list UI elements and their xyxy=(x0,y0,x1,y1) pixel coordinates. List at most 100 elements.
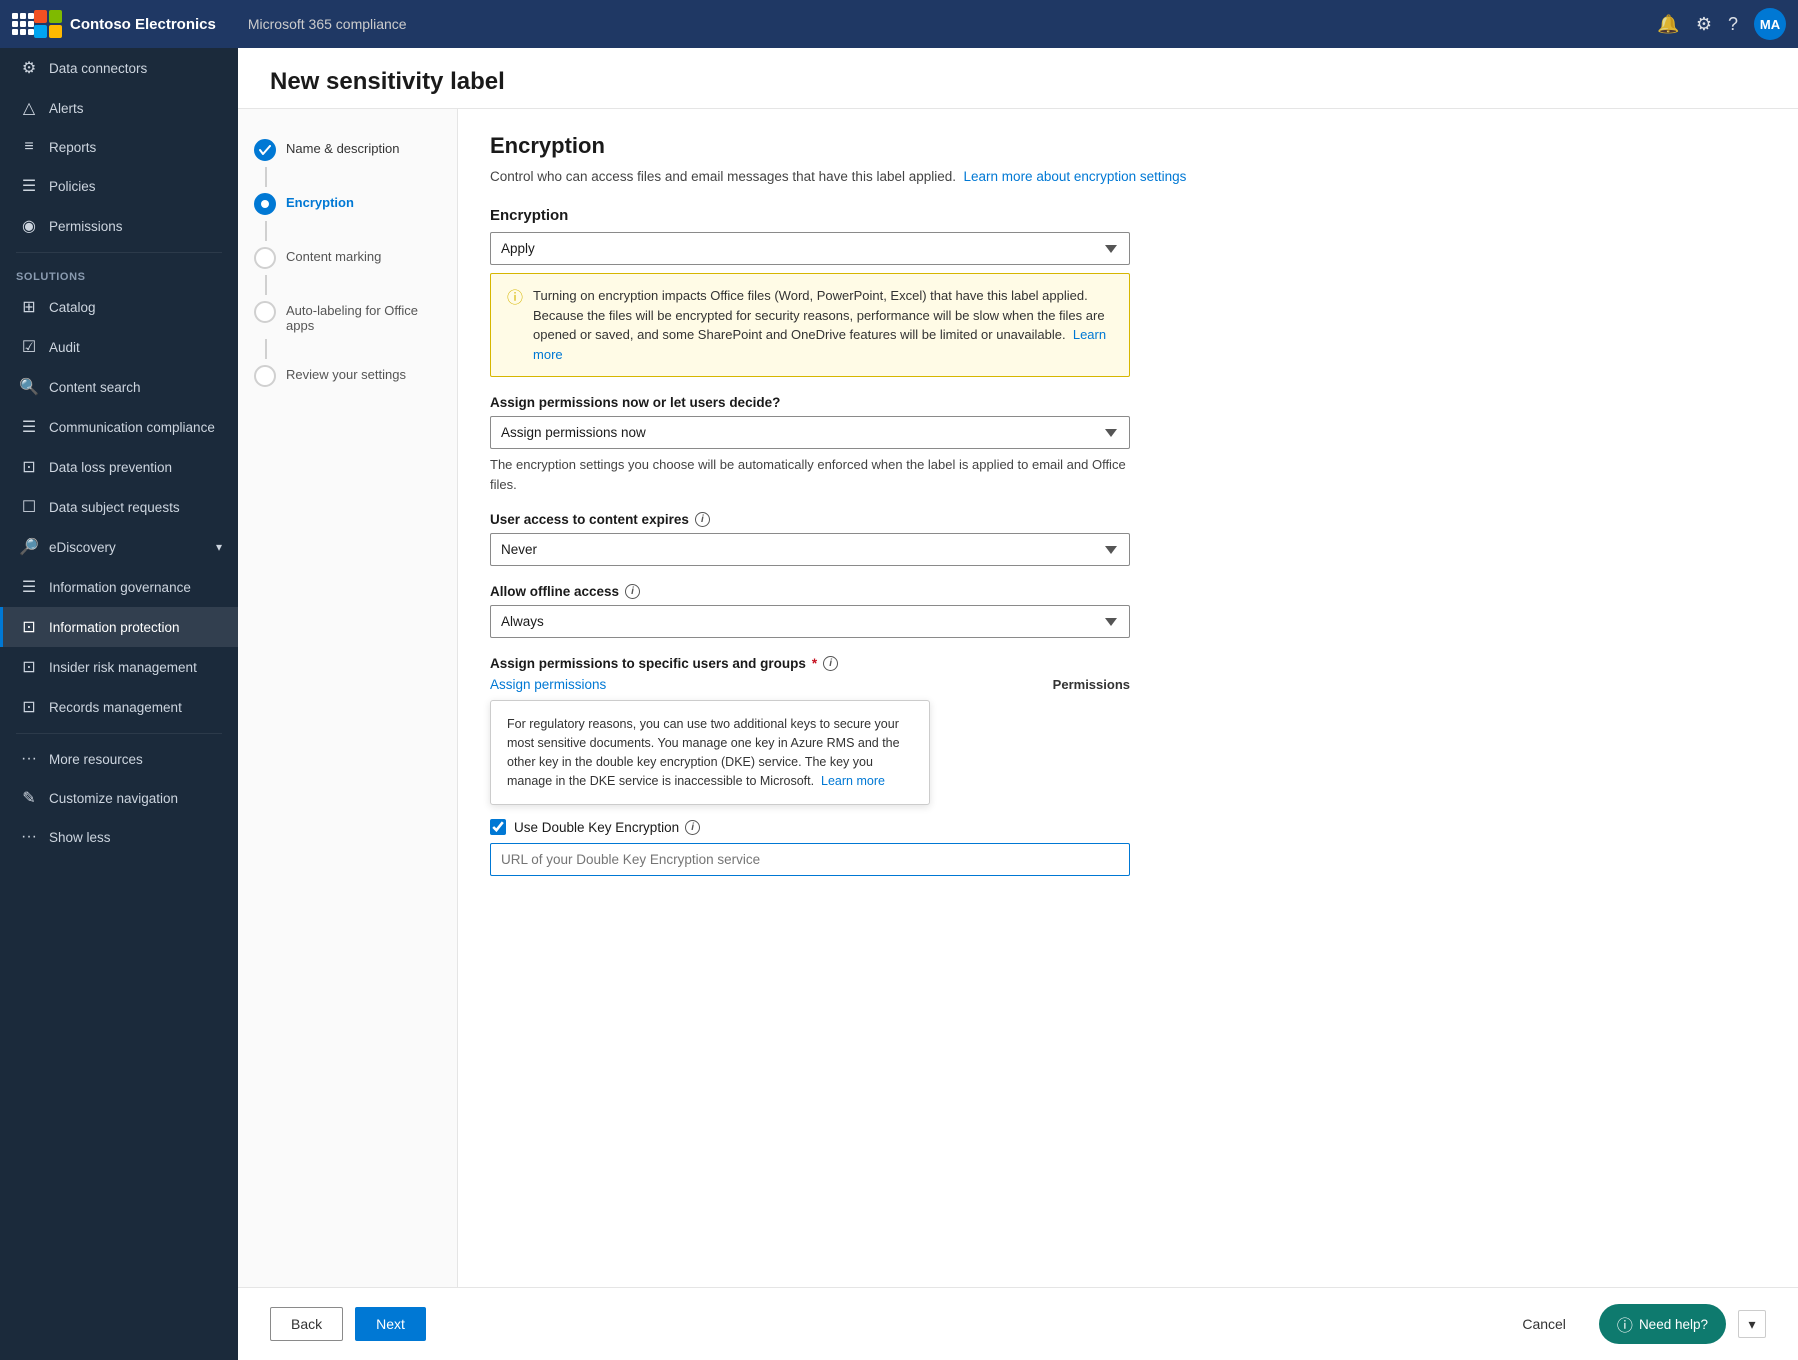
page-header: New sensitivity label xyxy=(238,48,1798,109)
help-icon[interactable]: ? xyxy=(1728,14,1738,35)
dke-checkbox-row: Use Double Key Encryption i xyxy=(490,819,1766,835)
wizard-content-area: Encryption Control who can access files … xyxy=(458,109,1798,1287)
step-1-label: Name & description xyxy=(286,139,399,156)
sidebar-item-show-less[interactable]: ··· Show less xyxy=(0,818,238,856)
sidebar-item-catalog[interactable]: ⊞ Catalog xyxy=(0,287,238,327)
dke-url-row xyxy=(490,843,1766,876)
permissions-column-header: Permissions xyxy=(1053,677,1130,692)
sidebar-divider-1 xyxy=(16,252,222,253)
sidebar-item-reports[interactable]: ≡ Reports xyxy=(0,128,238,166)
dke-checkbox[interactable] xyxy=(490,819,506,835)
step-connector-2 xyxy=(265,221,267,241)
wizard-step-auto-labeling[interactable]: Auto-labeling for Office apps xyxy=(254,295,441,339)
learn-more-link[interactable]: Learn more about encryption settings xyxy=(964,169,1187,184)
step-connector-4 xyxy=(265,339,267,359)
sidebar-item-data-connectors[interactable]: ⚙ Data connectors xyxy=(0,48,238,88)
encryption-dropdown[interactable]: Apply Remove None xyxy=(490,232,1130,265)
assign-specific-info-icon[interactable]: i xyxy=(823,656,838,671)
ediscovery-icon: 🔎 xyxy=(19,537,39,557)
records-mgmt-icon: ⊡ xyxy=(19,697,39,717)
bottom-bar: Back Next Cancel ⓘ Need help? ▾ xyxy=(238,1287,1798,1360)
settings-icon[interactable]: ⚙ xyxy=(1696,14,1712,35)
need-help-icon: ⓘ xyxy=(1617,1312,1633,1336)
assign-specific-label: Assign permissions to specific users and… xyxy=(490,656,1766,671)
permissions-icon: ◉ xyxy=(19,216,39,236)
assign-permissions-link[interactable]: Assign permissions xyxy=(490,677,606,692)
sidebar-item-label: Data subject requests xyxy=(49,500,180,515)
step-3-circle xyxy=(254,247,276,269)
ediscovery-chevron-icon: ▾ xyxy=(216,540,222,554)
back-button[interactable]: Back xyxy=(270,1307,343,1341)
sidebar-item-audit[interactable]: ☑ Audit xyxy=(0,327,238,367)
sidebar-item-label: Permissions xyxy=(49,219,123,234)
sidebar-item-ediscovery[interactable]: 🔎 eDiscovery ▾ xyxy=(0,527,238,567)
sidebar-item-customize-navigation[interactable]: ✎ Customize navigation xyxy=(0,778,238,818)
sidebar-item-information-governance[interactable]: ☰ Information governance xyxy=(0,567,238,607)
need-help-button[interactable]: ⓘ Need help? xyxy=(1599,1304,1726,1344)
dsr-icon: ☐ xyxy=(19,497,39,517)
insider-risk-icon: ⊡ xyxy=(19,657,39,677)
sidebar-item-label: Insider risk management xyxy=(49,660,197,675)
sidebar-item-communication-compliance[interactable]: ☰ Communication compliance xyxy=(0,407,238,447)
wizard-steps-panel: Name & description Encryption Content ma… xyxy=(238,109,458,1287)
catalog-icon: ⊞ xyxy=(19,297,39,317)
assign-permissions-label: Assign permissions now or let users deci… xyxy=(490,395,1766,410)
assign-permissions-desc: The encryption settings you choose will … xyxy=(490,455,1130,494)
sidebar-item-label: Information governance xyxy=(49,580,191,595)
dke-info-icon[interactable]: i xyxy=(685,820,700,835)
user-access-info-icon[interactable]: i xyxy=(695,512,710,527)
sidebar-item-policies[interactable]: ☰ Policies xyxy=(0,166,238,206)
app-logo: Contoso Electronics xyxy=(34,10,216,38)
sidebar-item-label: Reports xyxy=(49,140,96,155)
sidebar-item-records-management[interactable]: ⊡ Records management xyxy=(0,687,238,727)
top-navigation: Contoso Electronics Microsoft 365 compli… xyxy=(0,0,1798,48)
encryption-heading: Encryption xyxy=(490,133,1766,159)
sidebar-item-permissions[interactable]: ◉ Permissions xyxy=(0,206,238,246)
wizard-step-review[interactable]: Review your settings xyxy=(254,359,441,393)
sidebar-item-label: Data loss prevention xyxy=(49,460,172,475)
show-less-icon: ··· xyxy=(19,828,39,846)
sidebar-item-label: Content search xyxy=(49,380,141,395)
wizard-step-content-marking[interactable]: Content marking xyxy=(254,241,441,275)
waffle-menu-icon[interactable] xyxy=(12,13,34,35)
wizard-step-name-description[interactable]: Name & description xyxy=(254,133,441,167)
info-protection-icon: ⊡ xyxy=(19,617,39,637)
info-governance-icon: ☰ xyxy=(19,577,39,597)
user-access-label: User access to content expires i xyxy=(490,512,1766,527)
communication-compliance-icon: ☰ xyxy=(19,417,39,437)
dke-url-input[interactable] xyxy=(490,843,1130,876)
sidebar-item-content-search[interactable]: 🔍 Content search xyxy=(0,367,238,407)
tooltip-learn-more-link[interactable]: Learn more xyxy=(821,774,885,788)
sidebar-item-more-resources[interactable]: ··· More resources xyxy=(0,740,238,778)
step-connector-3 xyxy=(265,275,267,295)
user-avatar[interactable]: MA xyxy=(1754,8,1786,40)
next-button[interactable]: Next xyxy=(355,1307,426,1341)
wizard-step-encryption[interactable]: Encryption xyxy=(254,187,441,221)
product-name: Microsoft 365 compliance xyxy=(248,16,407,32)
sidebar-item-data-loss-prevention[interactable]: ⊡ Data loss prevention xyxy=(0,447,238,487)
sidebar-item-insider-risk[interactable]: ⊡ Insider risk management xyxy=(0,647,238,687)
sidebar-item-data-subject-requests[interactable]: ☐ Data subject requests xyxy=(0,487,238,527)
step-2-label: Encryption xyxy=(286,193,354,210)
assign-permissions-row: Assign permissions Permissions xyxy=(490,677,1130,692)
encryption-subheading: Encryption xyxy=(490,207,1766,224)
dlp-icon: ⊡ xyxy=(19,457,39,477)
reports-icon: ≡ xyxy=(19,138,39,156)
content-search-icon: 🔍 xyxy=(19,377,39,397)
cancel-button[interactable]: Cancel xyxy=(1501,1307,1587,1341)
notification-icon[interactable]: 🔔 xyxy=(1657,14,1679,35)
main-content: New sensitivity label Name & description… xyxy=(238,48,1798,1360)
sidebar-item-label: Information protection xyxy=(49,620,180,635)
assign-permissions-dropdown[interactable]: Assign permissions now Let users assign … xyxy=(490,416,1130,449)
scroll-down-button[interactable]: ▾ xyxy=(1738,1310,1766,1338)
sidebar-item-information-protection[interactable]: ⊡ Information protection xyxy=(0,607,238,647)
sidebar-item-alerts[interactable]: △ Alerts xyxy=(0,88,238,128)
warning-icon: ⓘ xyxy=(507,287,523,364)
warning-text: Turning on encryption impacts Office fil… xyxy=(533,288,1105,342)
allow-offline-info-icon[interactable]: i xyxy=(625,584,640,599)
org-name: Contoso Electronics xyxy=(70,16,216,33)
user-access-dropdown[interactable]: Never On a specific date Number of days … xyxy=(490,533,1130,566)
allow-offline-dropdown[interactable]: Always Never Only for a number of days xyxy=(490,605,1130,638)
required-star: * xyxy=(812,656,817,671)
encryption-description: Control who can access files and email m… xyxy=(490,167,1766,187)
